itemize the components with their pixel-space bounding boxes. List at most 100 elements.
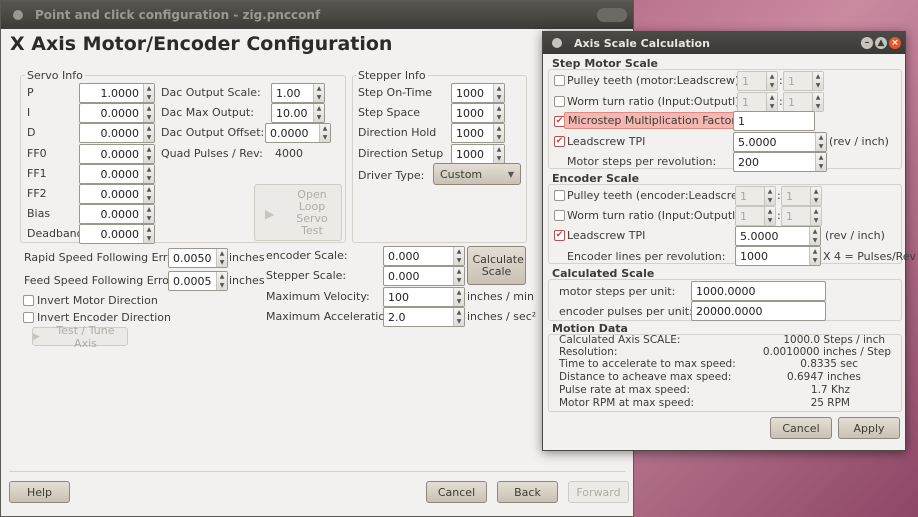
open-loop-test-button[interactable]: ▶ Open Loop Servo Test [254,184,342,241]
deadband-spin[interactable]: 0.0000 ▲ ▼ [79,224,155,244]
dialog-title: Axis Scale Calculation [574,37,710,50]
bias-spin[interactable]: 0.0000 ▲ ▼ [79,204,155,224]
window-menu-icon[interactable] [13,10,23,20]
pulley-encoder-a-spin[interactable]: 1 ▲ ▼ [735,186,776,206]
test-tune-axis-button[interactable]: ▶ Test / Tune Axis [32,324,128,350]
encoder-worm-checkbox[interactable] [554,210,565,221]
dac-max-output-spin[interactable]: 10.00 ▲ ▼ [271,103,325,123]
cancel-button[interactable]: Cancel [426,481,487,503]
encoder-worm-a-spin[interactable]: 1 ▲ ▼ [735,206,776,226]
encoder-leadscrew-unit: (rev / inch) [825,229,885,242]
i-spin[interactable]: 0.0000 ▲ ▼ [79,103,155,123]
step-on-time-spin[interactable]: 1000 ▲ ▼ [451,83,505,103]
calculate-scale-button[interactable]: Calculate Scale [467,246,526,285]
maximize-icon[interactable]: ▲ [875,37,887,49]
stepper-scale-spin[interactable]: 0.000 ▲ ▼ [383,266,465,286]
feed-error-unit: inches [229,274,265,287]
i-label: I [27,106,31,119]
motion-value: 1.7 Khz [810,384,850,396]
pulley-motor-label: Pulley teeth (motor:Leadscrew): [567,74,743,87]
max-velocity-spin[interactable]: 100 ▲ ▼ [383,287,465,307]
ff0-spin[interactable]: 0.0000 ▲ ▼ [79,144,155,164]
pulley-motor-a-spin[interactable]: 1 ▲ ▼ [737,71,778,91]
max-velocity-unit: inches / min [467,290,534,303]
motor-steps-unit-entry[interactable]: 1000.0000 [691,281,826,301]
direction-setup-spin[interactable]: 1000 ▲ ▼ [451,144,505,164]
invert-motor-label: Invert Motor Direction [37,294,158,307]
pulley-encoder-checkbox[interactable] [554,190,565,201]
apply-button[interactable]: Apply [838,417,900,439]
worm-checkbox[interactable] [554,96,565,107]
motion-label: Distance to acheave max speed: [559,371,732,383]
max-accel-spin[interactable]: 2.0 ▲ ▼ [383,307,465,327]
dac-output-offset-label: Dac Output Offset: [161,126,265,139]
main-window: Point and click configuration - zig.pncc… [0,0,634,517]
microstep-entry[interactable]: 1 [733,111,815,131]
leadscrew-checkbox[interactable]: ✔ [554,136,565,147]
max-accel-unit: inches / sec² [467,310,537,323]
d-label: D [27,126,36,139]
direction-setup-label: Direction Setup [358,147,444,160]
dialog-titlebar[interactable]: Axis Scale Calculation – ▲ × [543,32,905,54]
worm-b-spin[interactable]: 1 ▲ ▼ [783,92,824,112]
d-spin[interactable]: 0.0000 ▲ ▼ [79,123,155,143]
stepper-info-title: Stepper Info [356,69,428,82]
divider [9,471,625,472]
encoder-lines-spin[interactable]: 1000 ▲ ▼ [735,246,821,266]
motion-value: 1000.0 Steps / inch [783,334,885,346]
driver-type-label: Driver Type: [358,169,425,182]
pulley-encoder-label: Pulley teeth (encoder:Leadscrew): [567,189,755,202]
dialog-cancel-button[interactable]: Cancel [770,417,832,439]
motion-value: 0.0010000 inches / Step [762,346,891,358]
pulley-motor-checkbox[interactable] [554,75,565,86]
dac-output-offset-spin[interactable]: 0.0000 ▲ ▼ [265,123,331,143]
pulley-encoder-b-spin[interactable]: 1 ▲ ▼ [781,186,822,206]
encoder-worm-label: Worm turn ratio (Input:Outputl) [567,209,740,222]
leadscrew-label: Leadscrew TPI [567,135,646,148]
encoder-scale-spin[interactable]: 0.000 ▲ ▼ [383,246,465,266]
rapid-error-spin[interactable]: 0.0050 ▲ ▼ [168,248,228,268]
dac-output-scale-spin[interactable]: 1.00 ▲ ▼ [271,83,325,103]
encoder-pulses-unit-entry[interactable]: 20000.0000 [691,301,826,321]
motion-label: Calculated Axis SCALE: [559,334,681,346]
minimize-icon[interactable]: – [861,37,873,49]
rapid-error-label: Rapid Speed Following Error: [24,251,182,264]
direction-hold-spin[interactable]: 1000 ▲ ▼ [451,123,505,143]
page-title: X Axis Motor/Encoder Configuration [10,33,393,55]
feed-error-spin[interactable]: 0.0005 ▲ ▼ [168,271,228,291]
servo-info-title: Servo Info [25,69,85,82]
encoder-leadscrew-spin[interactable]: 5.0000 ▲ ▼ [735,226,821,246]
ff2-spin[interactable]: 0.0000 ▲ ▼ [79,184,155,204]
ff1-label: FF1 [27,167,47,180]
max-accel-label: Maximum Acceleration: [266,310,396,323]
motion-value: 25 RPM [810,397,850,409]
motor-steps-spin[interactable]: 200 ▲ ▼ [733,152,827,172]
main-titlebar[interactable]: Point and click configuration - zig.pncc… [1,1,633,29]
combo-arrow-icon: ▼ [507,169,514,179]
motor-steps-unit-label: motor steps per unit: [559,285,676,298]
encoder-leadscrew-checkbox[interactable]: ✔ [554,230,565,241]
worm-a-spin[interactable]: 1 ▲ ▼ [737,92,778,112]
p-spin[interactable]: 1.0000 ▲ ▼ [79,83,155,103]
leadscrew-spin[interactable]: 5.0000 ▲ ▼ [733,132,827,152]
encoder-scale-label: encoder Scale: [266,249,348,262]
window-menu-icon[interactable] [552,38,562,48]
pulley-motor-b-spin[interactable]: 1 ▲ ▼ [783,71,824,91]
forward-button[interactable]: Forward [568,481,629,503]
window-controls-icon[interactable] [597,8,627,22]
leadscrew-unit: (rev / inch) [829,135,889,148]
microstep-label: Microstep Multiplication Factor: [564,112,744,129]
ff1-spin[interactable]: 0.0000 ▲ ▼ [79,164,155,184]
invert-encoder-checkbox[interactable] [23,312,34,323]
help-button[interactable]: Help [9,481,70,503]
step-space-spin[interactable]: 1000 ▲ ▼ [451,103,505,123]
axis-scale-dialog: Axis Scale Calculation – ▲ × Step Motor … [542,31,916,451]
close-icon[interactable]: × [889,37,901,49]
invert-motor-checkbox[interactable] [23,295,34,306]
encoder-worm-b-spin[interactable]: 1 ▲ ▼ [781,206,822,226]
encoder-pulses-unit-label: encoder pulses per unit: [559,305,693,318]
deadband-label: Deadband [27,227,84,240]
driver-type-combo[interactable]: Custom ▼ [433,163,521,185]
back-button[interactable]: Back [497,481,558,503]
invert-encoder-label: Invert Encoder Direction [37,311,171,324]
